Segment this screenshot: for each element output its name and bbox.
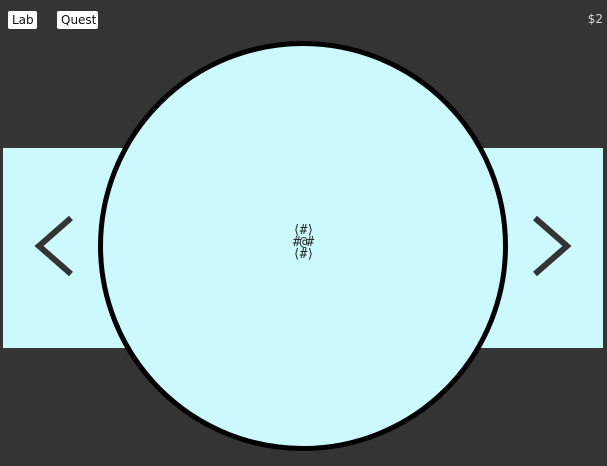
lab-button[interactable]: Lab: [8, 11, 37, 29]
chevron-left-icon[interactable]: [19, 208, 89, 284]
money-display: $2: [587, 12, 603, 26]
chevron-right-icon[interactable]: [518, 208, 588, 284]
creature-sprite: ⟨#⟩ #@# ⟨#⟩: [292, 223, 314, 262]
quest-button[interactable]: Quest: [57, 11, 98, 29]
